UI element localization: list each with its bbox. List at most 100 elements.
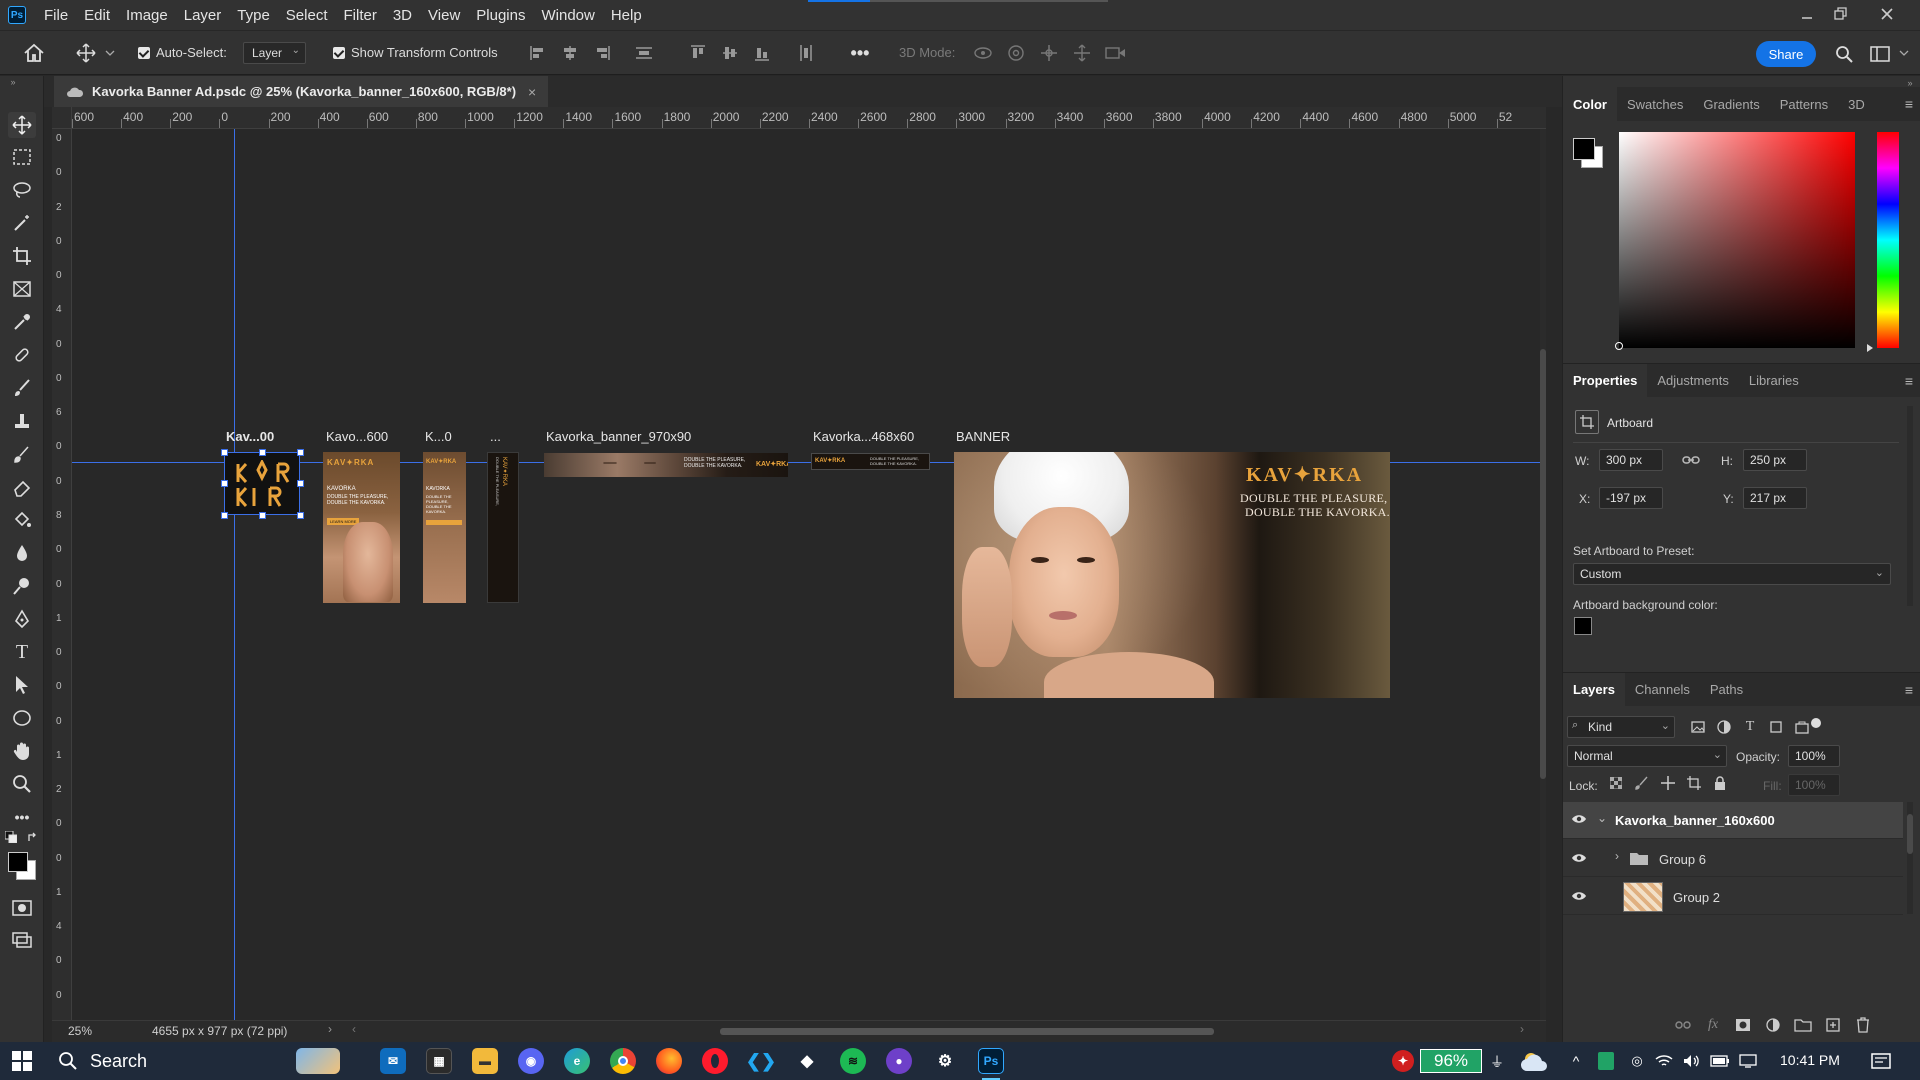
hue-slider[interactable] [1877, 132, 1899, 348]
minimize-icon[interactable] [1792, 0, 1822, 28]
spotify-icon[interactable]: ≋ [840, 1048, 866, 1074]
filter-adjustment-icon[interactable] [1715, 718, 1733, 736]
align-center-icon[interactable] [560, 43, 580, 63]
tray-expand-icon[interactable]: ^ [1568, 1052, 1584, 1070]
distribute-vertical-icon[interactable] [796, 43, 816, 63]
tab-3d[interactable]: 3D [1838, 87, 1875, 121]
notifications-icon[interactable] [1868, 1050, 1894, 1072]
tab-properties[interactable]: Properties [1563, 363, 1648, 398]
tab-gradients[interactable]: Gradients [1693, 87, 1769, 121]
git-icon[interactable]: ◆ [794, 1048, 820, 1074]
blur-tool-icon[interactable] [8, 540, 36, 566]
panel-menu-icon[interactable]: ≡ [1905, 682, 1913, 698]
3d-pan-icon[interactable] [1038, 43, 1060, 63]
github-icon[interactable]: ● [886, 1048, 912, 1074]
home-icon[interactable] [22, 41, 46, 65]
selection-handle[interactable] [297, 449, 304, 456]
menu-image[interactable]: Image [118, 7, 176, 24]
menu-3d[interactable]: 3D [385, 7, 420, 24]
new-group-icon[interactable] [1793, 1016, 1813, 1034]
fg-color-chip[interactable] [1573, 138, 1595, 160]
quick-mask-icon[interactable] [8, 896, 36, 920]
lock-pixels-icon[interactable] [1607, 774, 1625, 792]
dodge-tool-icon[interactable] [8, 573, 36, 599]
restore-icon[interactable] [1826, 0, 1856, 28]
app-logo[interactable]: Ps [8, 6, 26, 24]
clock-time[interactable]: 10:41 PM [1780, 1052, 1840, 1068]
tray-app-icon[interactable] [1598, 1052, 1614, 1070]
tab-color[interactable]: Color [1563, 87, 1617, 121]
tab-libraries[interactable]: Libraries [1739, 364, 1809, 398]
more-tools-icon[interactable]: ••• [8, 804, 36, 830]
horizontal-ruler[interactable]: 600 400 200 0 200 400 600 800 1000 1200 1400 1600 18… [72, 107, 1546, 129]
menu-view[interactable]: View [420, 7, 468, 24]
firefox-icon[interactable] [656, 1048, 682, 1074]
color-picker-field[interactable] [1619, 132, 1855, 348]
type-tool-icon[interactable]: T [8, 639, 36, 665]
crop-tool-icon[interactable] [8, 243, 36, 269]
scroll-left-icon[interactable]: ‹ [352, 1022, 356, 1036]
photoshop-taskbar-icon[interactable]: Ps [978, 1048, 1004, 1074]
artboard-label[interactable]: Kav...00 [226, 429, 274, 444]
vertical-guide[interactable] [234, 129, 235, 1020]
close-tab-icon[interactable]: × [528, 84, 536, 100]
lock-all-icon[interactable] [1711, 774, 1729, 792]
selection-handle[interactable] [221, 480, 228, 487]
opacity-field[interactable]: 100% [1788, 745, 1840, 767]
artboard-label[interactable]: BANNER [956, 429, 1010, 444]
lock-position-icon[interactable] [1659, 774, 1677, 792]
layers-scrollbar-thumb[interactable] [1907, 814, 1913, 854]
artboard-160x600[interactable]: KAV✦RKA KAVORKA DOUBLE THE PLEASURE, DOUB… [323, 452, 400, 603]
selection-handle[interactable] [221, 449, 228, 456]
artboard-label[interactable]: Kavo...600 [326, 429, 388, 444]
properties-scrollbar[interactable] [1907, 406, 1913, 606]
brush-tool-icon[interactable] [8, 375, 36, 401]
vertical-ruler[interactable]: 0 0 2 0 0 4 0 0 6 0 0 8 0 0 1 0 0 0 1 2 0 0 1 4 0 0 [52, 129, 72, 1020]
battery-widget[interactable]: 96% [1420, 1049, 1482, 1073]
default-colors-icon[interactable] [4, 830, 18, 844]
move-tool-icon[interactable] [74, 41, 98, 65]
expand-chevron-icon[interactable]: ⌄ [1597, 811, 1607, 825]
layer-mask-icon[interactable] [1733, 1016, 1753, 1034]
magic-wand-tool-icon[interactable] [8, 210, 36, 236]
filter-smart-object-icon[interactable] [1793, 718, 1811, 736]
menu-window[interactable]: Window [533, 7, 602, 24]
layer-filter-dropdown[interactable]: ⌕ Kind ⌄ [1567, 716, 1675, 738]
selection-handle[interactable] [259, 449, 266, 456]
store-icon[interactable]: ▦ [426, 1048, 452, 1074]
artboard-label[interactable]: K...0 [425, 429, 452, 444]
chevron-down-icon[interactable] [1898, 47, 1910, 59]
collapse-icon[interactable]: » [6, 76, 20, 88]
windows-start-icon[interactable] [10, 1050, 34, 1072]
taskbar-search-box[interactable]: Search [46, 1042, 346, 1080]
link-icon[interactable] [1681, 451, 1701, 469]
menu-plugins[interactable]: Plugins [468, 7, 533, 24]
battery-icon[interactable] [1710, 1052, 1730, 1070]
panel-menu-icon[interactable]: ≡ [1905, 96, 1913, 112]
vscode-icon[interactable]: ❮❯ [746, 1048, 776, 1074]
fill-field[interactable]: 100% [1788, 774, 1840, 796]
artboard-label[interactable]: Kavorka...468x60 [813, 429, 914, 444]
lasso-tool-icon[interactable] [8, 177, 36, 203]
search-icon[interactable] [1832, 42, 1856, 66]
artboard-label[interactable]: Kavorka_banner_970x90 [546, 429, 691, 444]
delete-layer-icon[interactable] [1853, 1016, 1873, 1034]
vertical-scrollbar-thumb[interactable] [1540, 349, 1546, 779]
opera-icon[interactable] [702, 1048, 728, 1074]
menu-layer[interactable]: Layer [176, 7, 230, 24]
eraser-tool-icon[interactable] [8, 474, 36, 500]
checkbox-checked-icon[interactable] [138, 46, 150, 59]
3d-slide-icon[interactable] [1071, 43, 1093, 63]
chevron-down-icon[interactable] [104, 47, 116, 59]
tab-patterns[interactable]: Patterns [1770, 87, 1838, 121]
display-icon[interactable] [1738, 1052, 1758, 1070]
discord-icon[interactable]: ◉ [518, 1048, 544, 1074]
tab-adjustments[interactable]: Adjustments [1647, 364, 1739, 398]
fx-icon[interactable]: fx [1703, 1016, 1723, 1034]
marquee-tool-icon[interactable] [8, 144, 36, 170]
color-picker-marker[interactable] [1615, 342, 1623, 350]
lock-brush-icon[interactable] [1633, 774, 1651, 792]
antivirus-icon[interactable]: ✦ [1392, 1050, 1414, 1072]
filter-shape-icon[interactable] [1767, 718, 1785, 736]
stamp-tool-icon[interactable] [8, 408, 36, 434]
